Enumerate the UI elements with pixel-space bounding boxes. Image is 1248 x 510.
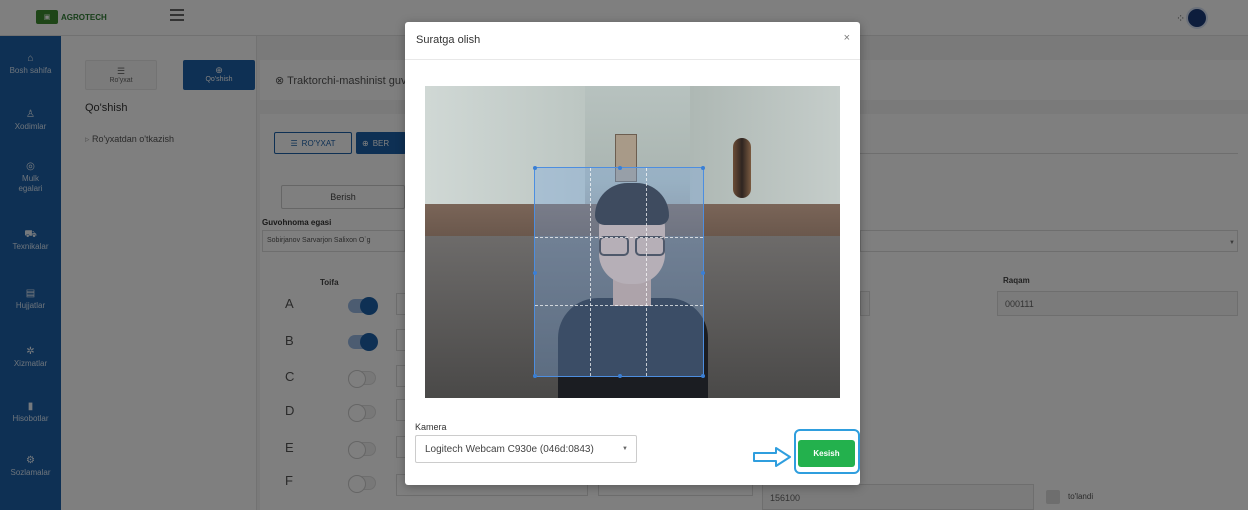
crop-handle[interactable] xyxy=(701,374,705,378)
camera-select[interactable]: Logitech Webcam C930e (046d:0843) ▼ xyxy=(415,435,637,463)
chevron-down-icon: ▼ xyxy=(622,446,628,452)
crop-guide xyxy=(590,168,592,376)
crop-handle[interactable] xyxy=(533,374,537,378)
photo-capture-modal: Suratga olish × Kamera Logitech Webcam C… xyxy=(405,22,860,485)
crop-handle[interactable] xyxy=(701,271,705,275)
modal-header: Suratga olish × xyxy=(405,22,860,60)
crop-guide xyxy=(535,236,703,238)
camera-preview[interactable] xyxy=(425,86,840,398)
close-icon[interactable]: × xyxy=(844,32,850,44)
crop-handle[interactable] xyxy=(533,166,537,170)
camera-label: Kamera xyxy=(415,422,447,432)
crop-guide xyxy=(645,168,647,376)
crop-handle[interactable] xyxy=(618,374,622,378)
crop-guide xyxy=(535,305,703,307)
arrow-right-icon xyxy=(753,447,791,467)
camera-scene-vase xyxy=(733,138,751,198)
crop-selection[interactable] xyxy=(533,166,705,378)
crop-handle[interactable] xyxy=(533,271,537,275)
crop-handle[interactable] xyxy=(618,166,622,170)
modal-title: Suratga olish xyxy=(416,34,481,46)
crop-handle[interactable] xyxy=(701,166,705,170)
camera-select-value: Logitech Webcam C930e (046d:0843) xyxy=(425,444,594,455)
crop-button[interactable]: Kesish xyxy=(798,440,855,467)
